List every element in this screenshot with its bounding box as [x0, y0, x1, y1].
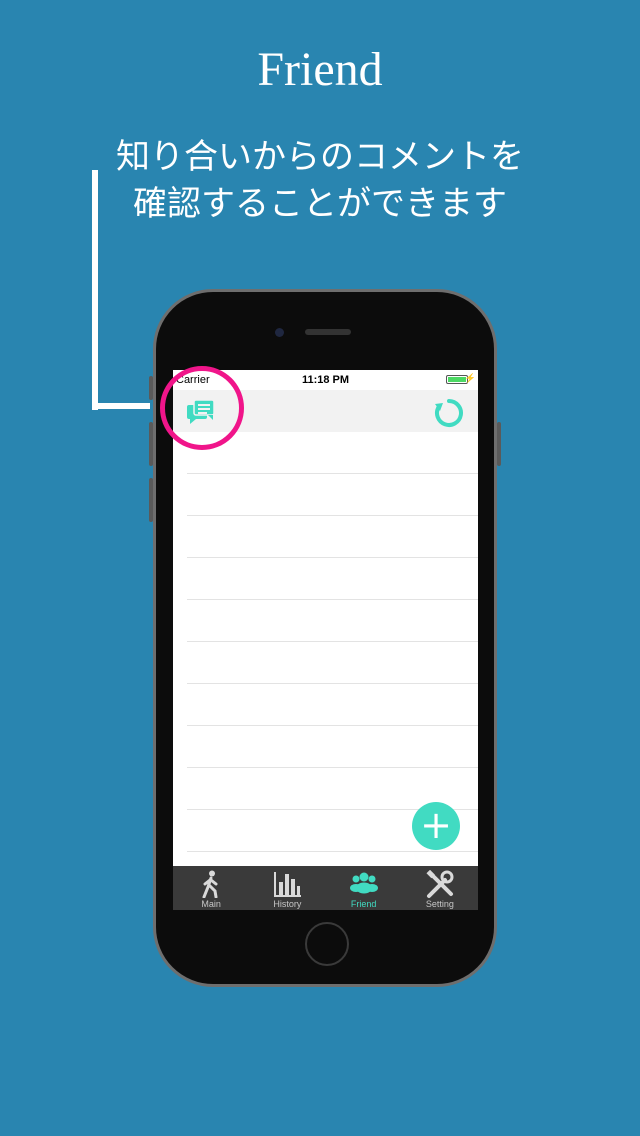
tab-friend-label: Friend: [350, 899, 377, 909]
list-item[interactable]: [173, 558, 478, 600]
list-item[interactable]: [173, 600, 478, 642]
friend-comment-list: [173, 432, 478, 852]
charging-icon: ⚡: [464, 373, 476, 383]
side-button-volume-down: [149, 478, 153, 522]
list-item[interactable]: [173, 642, 478, 684]
tab-main-label: Main: [201, 899, 221, 909]
callout-line-horizontal: [92, 403, 150, 409]
side-button-power: [497, 422, 501, 466]
list-item[interactable]: [173, 516, 478, 558]
highlight-ring: [160, 366, 244, 450]
home-button[interactable]: [305, 922, 349, 966]
walking-person-icon: [202, 870, 218, 898]
list-item[interactable]: [173, 726, 478, 768]
add-button[interactable]: +: [412, 802, 460, 850]
group-people-icon: [349, 872, 378, 894]
callout-line-vertical: [92, 170, 98, 410]
tab-history[interactable]: History: [249, 866, 325, 910]
tab-main[interactable]: Main: [173, 866, 249, 910]
tab-friend[interactable]: Friend: [326, 866, 402, 910]
earpiece-speaker: [305, 329, 351, 335]
phone-screen: Carrier 11:18 PM ⚡ + Main History Friend…: [173, 370, 478, 910]
refresh-icon: [435, 399, 463, 427]
tools-icon: [426, 870, 454, 898]
tab-setting[interactable]: Setting: [402, 866, 478, 910]
refresh-button[interactable]: [434, 398, 464, 428]
list-item[interactable]: [173, 684, 478, 726]
list-item[interactable]: [173, 474, 478, 516]
tab-history-label: History: [273, 899, 302, 909]
tab-bar: Main History Friend Setting: [173, 866, 478, 910]
side-button-volume-up: [149, 422, 153, 466]
tab-setting-label: Setting: [425, 899, 454, 909]
plus-icon: +: [420, 803, 452, 847]
headline: Friend: [257, 43, 383, 96]
bar-chart-icon: [274, 872, 302, 897]
side-button-mute: [149, 376, 153, 400]
front-camera: [275, 328, 284, 337]
